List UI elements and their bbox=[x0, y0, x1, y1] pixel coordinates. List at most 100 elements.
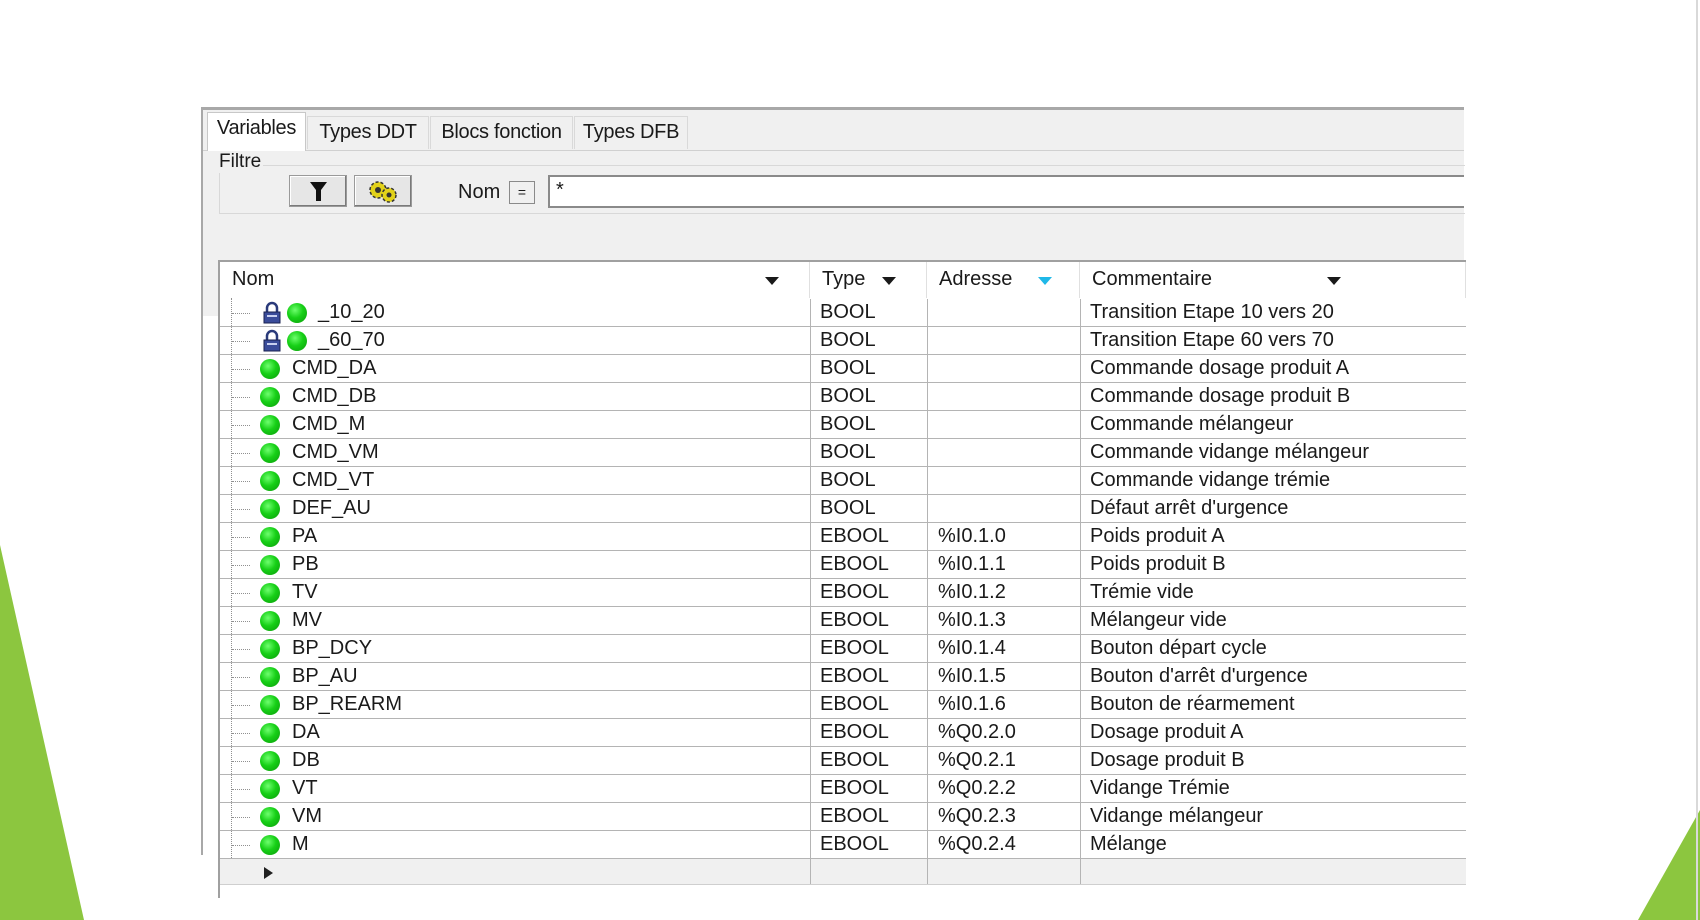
cell-type[interactable]: EBOOL bbox=[820, 691, 889, 718]
column-header-type[interactable]: Type bbox=[810, 262, 927, 298]
cell-type[interactable]: EBOOL bbox=[820, 635, 889, 662]
cell-type[interactable]: BOOL bbox=[820, 299, 876, 326]
table-row[interactable]: CMD_DA BOOL Commande dosage produit A bbox=[220, 355, 1466, 383]
table-row[interactable]: BP_AU EBOOL %I0.1.5 Bouton d'arrêt d'urgenc… bbox=[220, 663, 1466, 691]
cell-name[interactable]: BP_AU bbox=[292, 663, 358, 690]
table-row[interactable]: CMD_VM BOOL Commande vidange mélangeur bbox=[220, 439, 1466, 467]
cell-comment[interactable]: Poids produit A bbox=[1090, 523, 1225, 550]
table-row[interactable]: _10_20 BOOL Transition Etape 10 vers 20 bbox=[220, 299, 1466, 327]
cell-comment[interactable]: Mélangeur vide bbox=[1090, 607, 1227, 634]
cell-name[interactable]: DA bbox=[292, 719, 320, 746]
cell-comment[interactable]: Bouton départ cycle bbox=[1090, 635, 1267, 662]
cell-address[interactable]: %I0.1.3 bbox=[938, 607, 1006, 634]
filter-options-button[interactable] bbox=[354, 175, 412, 207]
tab-variables[interactable]: Variables bbox=[207, 112, 306, 151]
cell-comment[interactable]: Mélange bbox=[1090, 831, 1167, 858]
cell-type[interactable]: EBOOL bbox=[820, 775, 889, 802]
chevron-down-icon[interactable] bbox=[765, 277, 779, 285]
cell-comment[interactable]: Dosage produit A bbox=[1090, 719, 1243, 746]
cell-type[interactable]: EBOOL bbox=[820, 719, 889, 746]
cell-comment[interactable]: Commande dosage produit A bbox=[1090, 355, 1349, 382]
apply-filter-button[interactable] bbox=[289, 175, 347, 207]
equals-button[interactable]: = bbox=[509, 181, 535, 204]
cell-name[interactable]: CMD_VT bbox=[292, 467, 374, 494]
cell-address[interactable]: %I0.1.6 bbox=[938, 691, 1006, 718]
cell-type[interactable]: BOOL bbox=[820, 383, 876, 410]
sort-arrow-icon[interactable] bbox=[1038, 277, 1052, 285]
cell-type[interactable]: EBOOL bbox=[820, 831, 889, 858]
cell-comment[interactable]: Bouton de réarmement bbox=[1090, 691, 1295, 718]
cell-name[interactable]: DB bbox=[292, 747, 320, 774]
tab-blocs-fonction[interactable]: Blocs fonction bbox=[430, 116, 573, 149]
cell-name[interactable]: MV bbox=[292, 607, 322, 634]
chevron-down-icon[interactable] bbox=[1327, 277, 1341, 285]
table-row[interactable]: BP_REARM EBOOL %I0.1.6 Bouton de réarmement bbox=[220, 691, 1466, 719]
cell-type[interactable]: EBOOL bbox=[820, 523, 889, 550]
cell-type[interactable]: EBOOL bbox=[820, 607, 889, 634]
table-row[interactable]: PA EBOOL %I0.1.0 Poids produit A bbox=[220, 523, 1466, 551]
cell-name[interactable]: _10_20 bbox=[318, 299, 385, 326]
cell-comment[interactable]: Dosage produit B bbox=[1090, 747, 1245, 774]
cell-type[interactable]: BOOL bbox=[820, 355, 876, 382]
cell-name[interactable]: DEF_AU bbox=[292, 495, 371, 522]
table-row[interactable]: MV EBOOL %I0.1.3 Mélangeur vide bbox=[220, 607, 1466, 635]
cell-comment[interactable]: Vidange mélangeur bbox=[1090, 803, 1263, 830]
cell-address[interactable]: %Q0.2.1 bbox=[938, 747, 1016, 774]
filter-name-input[interactable]: * bbox=[548, 175, 1464, 208]
table-row[interactable]: DA EBOOL %Q0.2.0 Dosage produit A bbox=[220, 719, 1466, 747]
cell-address[interactable]: %I0.1.2 bbox=[938, 579, 1006, 606]
cell-address[interactable]: %I0.1.1 bbox=[938, 551, 1006, 578]
cell-comment[interactable]: Commande vidange mélangeur bbox=[1090, 439, 1369, 466]
cell-type[interactable]: EBOOL bbox=[820, 803, 889, 830]
cell-comment[interactable]: Commande dosage produit B bbox=[1090, 383, 1350, 410]
cell-name[interactable]: VT bbox=[292, 775, 318, 802]
cell-name[interactable]: CMD_M bbox=[292, 411, 365, 438]
cell-address[interactable]: %Q0.2.2 bbox=[938, 775, 1016, 802]
table-row[interactable]: DB EBOOL %Q0.2.1 Dosage produit B bbox=[220, 747, 1466, 775]
cell-name[interactable]: CMD_VM bbox=[292, 439, 379, 466]
table-row[interactable]: VT EBOOL %Q0.2.2 Vidange Trémie bbox=[220, 775, 1466, 803]
cell-comment[interactable]: Défaut arrêt d'urgence bbox=[1090, 495, 1288, 522]
cell-comment[interactable]: Bouton d'arrêt d'urgence bbox=[1090, 663, 1308, 690]
table-row[interactable]: DEF_AU BOOL Défaut arrêt d'urgence bbox=[220, 495, 1466, 523]
cell-name[interactable]: TV bbox=[292, 579, 318, 606]
cell-address[interactable]: %Q0.2.4 bbox=[938, 831, 1016, 858]
cell-comment[interactable]: Poids produit B bbox=[1090, 551, 1226, 578]
table-row[interactable]: _60_70 BOOL Transition Etape 60 vers 70 bbox=[220, 327, 1466, 355]
column-header-address[interactable]: Adresse bbox=[927, 262, 1080, 298]
table-row[interactable]: CMD_VT BOOL Commande vidange trémie bbox=[220, 467, 1466, 495]
cell-type[interactable]: EBOOL bbox=[820, 551, 889, 578]
cell-type[interactable]: BOOL bbox=[820, 495, 876, 522]
cell-type[interactable]: BOOL bbox=[820, 467, 876, 494]
cell-address[interactable]: %I0.1.0 bbox=[938, 523, 1006, 550]
chevron-down-icon[interactable] bbox=[882, 277, 896, 285]
table-row[interactable]: BP_DCY EBOOL %I0.1.4 Bouton départ cycle bbox=[220, 635, 1466, 663]
cell-type[interactable]: EBOOL bbox=[820, 579, 889, 606]
cell-name[interactable]: M bbox=[292, 831, 309, 858]
cell-type[interactable]: EBOOL bbox=[820, 747, 889, 774]
cell-address[interactable]: %Q0.2.0 bbox=[938, 719, 1016, 746]
cell-name[interactable]: VM bbox=[292, 803, 322, 830]
cell-comment[interactable]: Trémie vide bbox=[1090, 579, 1194, 606]
tab-types-ddt[interactable]: Types DDT bbox=[307, 116, 429, 149]
cell-type[interactable]: BOOL bbox=[820, 411, 876, 438]
new-variable-row[interactable] bbox=[220, 859, 1466, 885]
cell-name[interactable]: CMD_DB bbox=[292, 383, 376, 410]
table-row[interactable]: CMD_M BOOL Commande mélangeur bbox=[220, 411, 1466, 439]
cell-address[interactable]: %Q0.2.3 bbox=[938, 803, 1016, 830]
tab-types-dfb[interactable]: Types DFB bbox=[574, 116, 688, 149]
cell-comment[interactable]: Transition Etape 60 vers 70 bbox=[1090, 327, 1334, 354]
column-header-name[interactable]: Nom bbox=[220, 262, 810, 298]
table-row[interactable]: TV EBOOL %I0.1.2 Trémie vide bbox=[220, 579, 1466, 607]
column-header-comment[interactable]: Commentaire bbox=[1080, 262, 1466, 298]
cell-comment[interactable]: Commande vidange trémie bbox=[1090, 467, 1330, 494]
cell-address[interactable]: %I0.1.5 bbox=[938, 663, 1006, 690]
table-row[interactable]: VM EBOOL %Q0.2.3 Vidange mélangeur bbox=[220, 803, 1466, 831]
cell-comment[interactable]: Commande mélangeur bbox=[1090, 411, 1293, 438]
cell-name[interactable]: BP_DCY bbox=[292, 635, 372, 662]
cell-address[interactable]: %I0.1.4 bbox=[938, 635, 1006, 662]
cell-name[interactable]: BP_REARM bbox=[292, 691, 402, 718]
cell-name[interactable]: CMD_DA bbox=[292, 355, 376, 382]
table-row[interactable]: PB EBOOL %I0.1.1 Poids produit B bbox=[220, 551, 1466, 579]
table-row[interactable]: M EBOOL %Q0.2.4 Mélange bbox=[220, 831, 1466, 859]
